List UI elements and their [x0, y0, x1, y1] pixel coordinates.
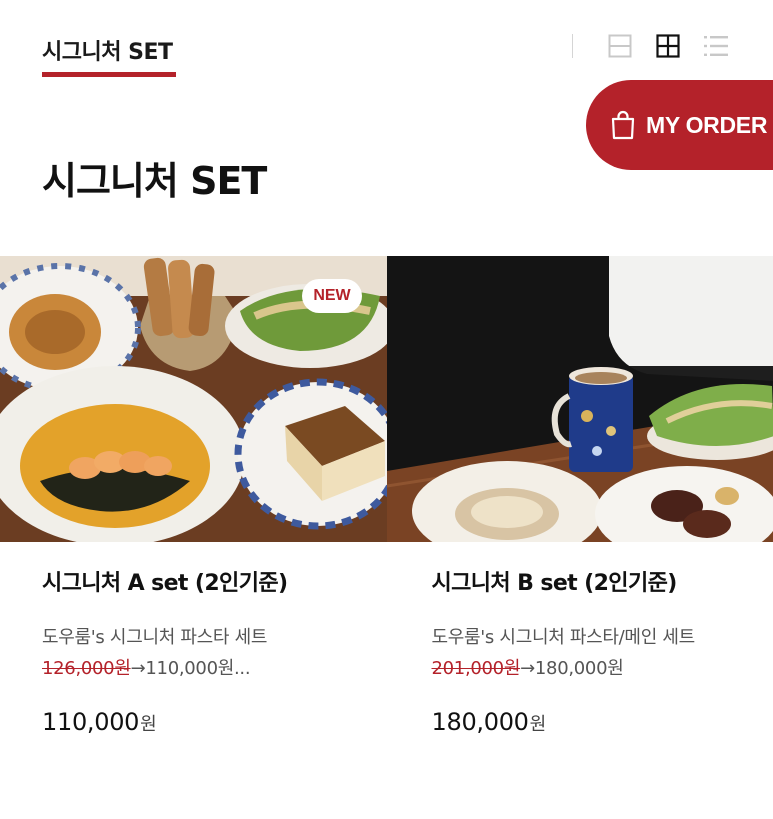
- shopping-bag-icon: [611, 110, 635, 140]
- product-description: 도우룸's 시그니처 파스타/메인 세트 201,000원→180,000원: [432, 622, 722, 684]
- my-order-button[interactable]: MY ORDER: [586, 80, 773, 170]
- product-description: 도우룸's 시그니처 파스타 세트 126,000원→110,000원...: [42, 622, 332, 684]
- price-unit: 원: [140, 714, 157, 735]
- my-order-label: MY ORDER: [646, 111, 768, 138]
- product-price: 110,000원: [42, 708, 387, 736]
- product-card[interactable]: 시그니처 B set (2인기준) 도우룸's 시그니처 파스타/메인 세트 2…: [386, 256, 773, 736]
- grid-view-button[interactable]: [655, 33, 681, 59]
- list-view-button[interactable]: [703, 33, 729, 59]
- discounted-price-text: →180,000원: [520, 658, 624, 679]
- grid-icon: [656, 34, 680, 58]
- page-title: 시그니처 SET: [42, 159, 267, 203]
- active-tab-indicator: [42, 72, 176, 77]
- original-price: 201,000원: [431, 658, 521, 679]
- product-name: 시그니처 A set (2인기준): [42, 571, 288, 596]
- original-price: 126,000원: [42, 658, 131, 679]
- product-card[interactable]: NEW 시그니처 A set (2인기준) 도우룸's 시그니처 파스타 세트 …: [0, 256, 387, 736]
- price-value: 180,000: [431, 708, 529, 736]
- single-column-icon: [608, 34, 632, 58]
- divider: [572, 34, 573, 58]
- list-icon: [704, 36, 728, 56]
- description-text: 도우룸's 시그니처 파스타 세트: [42, 627, 268, 648]
- product-price: 180,000원: [432, 708, 773, 736]
- price-unit: 원: [529, 714, 547, 735]
- discounted-price-text: →110,000원...: [130, 658, 251, 679]
- single-column-view-button[interactable]: [607, 33, 633, 59]
- product-name: 시그니처 B set (2인기준): [431, 571, 678, 596]
- top-tab-bar: 시그니처 SET: [0, 0, 773, 80]
- price-value: 110,000: [42, 708, 140, 736]
- new-badge: NEW: [302, 279, 362, 313]
- product-image: NEW: [0, 256, 387, 542]
- tab-signature-set[interactable]: 시그니처 SET: [42, 34, 173, 66]
- product-grid: NEW 시그니처 A set (2인기준) 도우룸's 시그니처 파스타 세트 …: [0, 256, 773, 736]
- product-image: [386, 256, 773, 542]
- view-mode-toggles: [572, 32, 729, 60]
- description-text: 도우룸's 시그니처 파스타/메인 세트: [431, 627, 696, 648]
